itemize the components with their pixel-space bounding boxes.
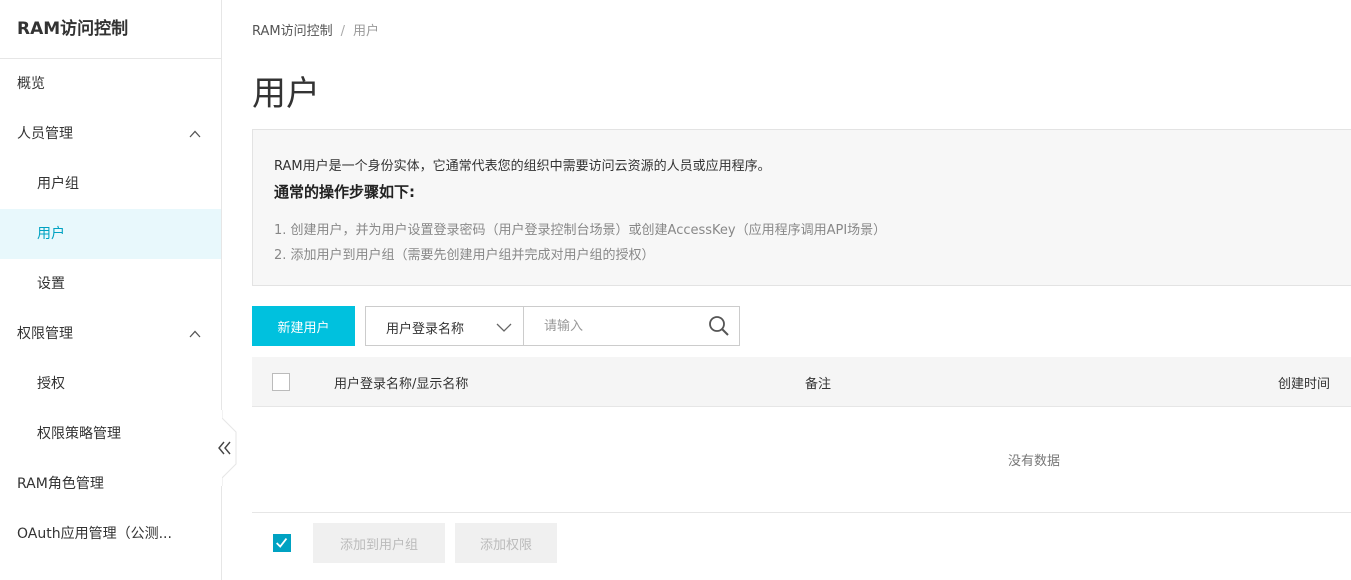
- toolbar: 新建用户 用户登录名称: [252, 306, 742, 346]
- collapse-sidebar-icon[interactable]: [213, 410, 237, 486]
- sidebar-item-user-groups[interactable]: 用户组: [0, 159, 221, 209]
- table-header: 用户登录名称/显示名称 备注 创建时间: [252, 357, 1351, 407]
- info-subtitle: 通常的操作步骤如下:: [274, 183, 415, 201]
- breadcrumb: RAM访问控制 / 用户: [252, 20, 379, 39]
- sidebar-item-oauth-apps[interactable]: OAuth应用管理（公测...: [0, 509, 221, 559]
- info-panel: RAM用户是一个身份实体，它通常代表您的组织中需要访问云资源的人员或应用程序。 …: [252, 129, 1351, 286]
- sidebar-item-permission-management[interactable]: 权限管理: [0, 309, 221, 359]
- chevron-up-icon: [189, 130, 201, 138]
- column-header-username[interactable]: 用户登录名称/显示名称: [334, 373, 468, 392]
- add-permission-button[interactable]: 添加权限: [455, 523, 557, 563]
- add-to-group-button[interactable]: 添加到用户组: [313, 523, 445, 563]
- checkmark-icon: [276, 538, 288, 548]
- chevron-up-icon: [189, 330, 201, 338]
- chevron-down-icon: [496, 323, 512, 332]
- search-field-select[interactable]: 用户登录名称: [365, 306, 524, 346]
- sidebar-item-label: 权限策略管理: [37, 426, 121, 442]
- bulk-select-checkbox[interactable]: [273, 534, 291, 552]
- breadcrumb-root[interactable]: RAM访问控制: [252, 24, 333, 39]
- column-header-note[interactable]: 备注: [805, 373, 831, 392]
- sidebar-item-label: 用户: [37, 226, 65, 242]
- info-step: 2. 添加用户到用户组（需要先创建用户组并完成对用户组的授权）: [274, 248, 655, 263]
- sidebar-item-overview[interactable]: 概览: [0, 59, 221, 109]
- new-user-button[interactable]: 新建用户: [252, 306, 355, 346]
- column-header-created-time[interactable]: 创建时间: [1278, 373, 1330, 392]
- sidebar-item-label: 权限管理: [17, 326, 73, 342]
- search-icon[interactable]: [708, 315, 730, 337]
- divider: [252, 512, 1351, 513]
- main-content: RAM访问控制 / 用户 用户 RAM用户是一个身份实体，它通常代表您的组织中需要访…: [252, 0, 1351, 580]
- sidebar-item-ram-roles[interactable]: RAM角色管理: [0, 459, 221, 509]
- sidebar-item-label: 授权: [37, 376, 65, 392]
- sidebar-item-grants[interactable]: 授权: [0, 359, 221, 409]
- sidebar-item-users[interactable]: 用户: [0, 209, 221, 259]
- sidebar-item-policies[interactable]: 权限策略管理: [0, 409, 221, 459]
- search-box: [523, 306, 740, 346]
- breadcrumb-separator: /: [340, 24, 346, 39]
- select-all-checkbox[interactable]: [272, 373, 290, 391]
- sidebar-item-label: RAM角色管理: [17, 476, 104, 492]
- sidebar-item-label: 设置: [37, 276, 65, 292]
- sidebar-item-label: 用户组: [37, 176, 79, 192]
- sidebar-item-label: OAuth应用管理（公测...: [17, 526, 172, 542]
- empty-state-text: 没有数据: [1008, 454, 1061, 469]
- sidebar-item-identity-management[interactable]: 人员管理: [0, 109, 221, 159]
- sidebar-item-settings[interactable]: 设置: [0, 259, 221, 309]
- sidebar-item-label: 人员管理: [17, 126, 73, 142]
- sidebar: RAM访问控制 概览 人员管理 用户组 用户 设置 权限管理 授权 权限策略管理…: [0, 0, 222, 580]
- breadcrumb-current: 用户: [353, 24, 380, 39]
- sidebar-title: RAM访问控制: [0, 0, 221, 59]
- search-field-select-value: 用户登录名称: [386, 322, 465, 337]
- info-step: 1. 创建用户，并为用户设置登录密码（用户登录控制台场景）或创建AccessKe…: [274, 223, 887, 238]
- info-description: RAM用户是一个身份实体，它通常代表您的组织中需要访问云资源的人员或应用程序。: [274, 159, 771, 174]
- search-input[interactable]: [524, 307, 704, 345]
- sidebar-item-label: 概览: [17, 76, 45, 92]
- page-title: 用户: [252, 74, 320, 114]
